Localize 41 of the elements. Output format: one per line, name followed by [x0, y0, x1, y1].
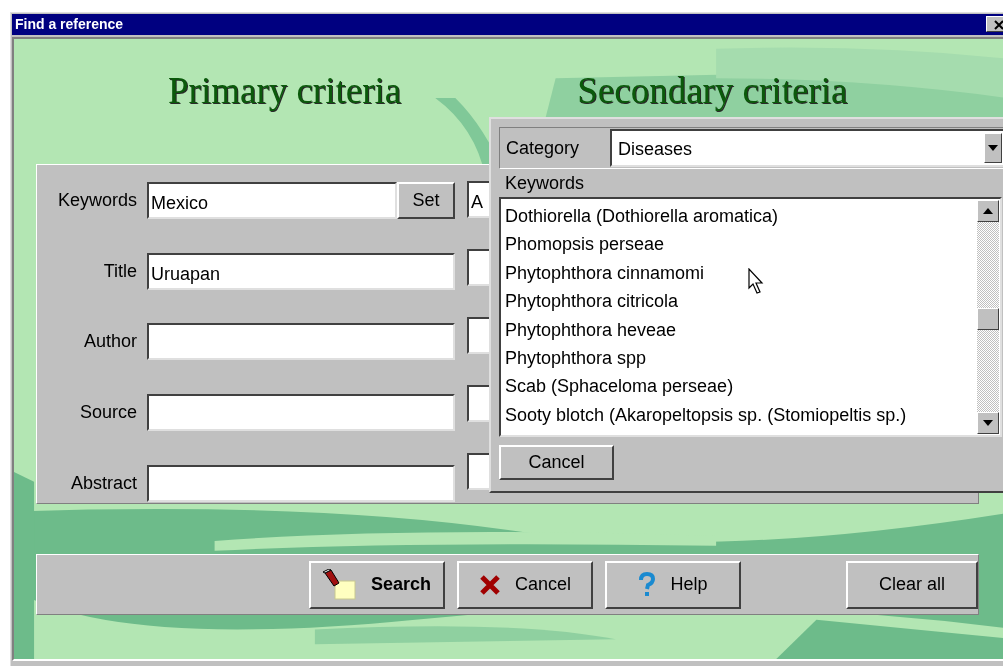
- field-label: Keywords: [56, 190, 137, 212]
- scrollbar[interactable]: [977, 200, 999, 434]
- close-button[interactable]: [986, 16, 1003, 32]
- close-icon: [993, 20, 1003, 30]
- flashlight-icon: [322, 568, 357, 601]
- list-item[interactable]: Dothiorella (Dothiorella aromatica): [505, 202, 779, 231]
- section-heading: Primary criteria: [168, 69, 402, 112]
- question-mark-icon: [638, 571, 657, 598]
- field-label: Title: [102, 260, 137, 282]
- section-heading: Secondary criteria: [577, 69, 848, 112]
- x-icon: [479, 573, 501, 596]
- list-item[interactable]: Phomopsis perseae: [505, 230, 665, 259]
- window-title: Find a reference: [15, 15, 124, 34]
- list-item[interactable]: Phytophthora cinnamomi: [505, 258, 705, 288]
- search-button[interactable]: Search: [309, 560, 445, 609]
- dropdown-arrow-icon: [988, 145, 998, 151]
- input-field[interactable]: Uruapan: [147, 252, 455, 290]
- list-item[interactable]: Phytophthora heveae: [505, 315, 677, 344]
- cancel-button[interactable]: Cancel: [499, 445, 614, 480]
- help-button[interactable]: Help: [605, 560, 741, 609]
- category-dropdown[interactable]: Diseases: [610, 129, 1003, 167]
- input-field[interactable]: [147, 464, 455, 502]
- field-label: Abstract: [69, 472, 137, 494]
- input-field[interactable]: [147, 394, 455, 432]
- list-item[interactable]: Phytophthora spp: [505, 343, 647, 373]
- scroll-down-icon[interactable]: [983, 420, 993, 426]
- clear-button[interactable]: Clear all: [846, 560, 978, 609]
- cancel-button[interactable]: Cancel: [457, 560, 593, 609]
- scroll-up-icon[interactable]: [983, 208, 993, 214]
- category-label: Category: [505, 137, 581, 159]
- input-field[interactable]: [147, 323, 455, 361]
- list-item[interactable]: Phytophthora citricola: [505, 287, 679, 316]
- mouse-pointer-icon: [748, 268, 764, 294]
- field-label: Author: [82, 331, 137, 353]
- scroll-thumb[interactable]: [977, 308, 999, 330]
- list-item[interactable]: Sooty blotch (Akaropeltopsis sp. (Stomiopeltis sp.): [505, 400, 907, 430]
- field-label: Source: [78, 402, 137, 424]
- set-button[interactable]: Set: [397, 182, 455, 220]
- list-item[interactable]: Scab (Sphaceloma perseae): [505, 372, 734, 401]
- list-header: Keywords: [504, 172, 586, 195]
- input-field[interactable]: Mexico: [147, 182, 397, 220]
